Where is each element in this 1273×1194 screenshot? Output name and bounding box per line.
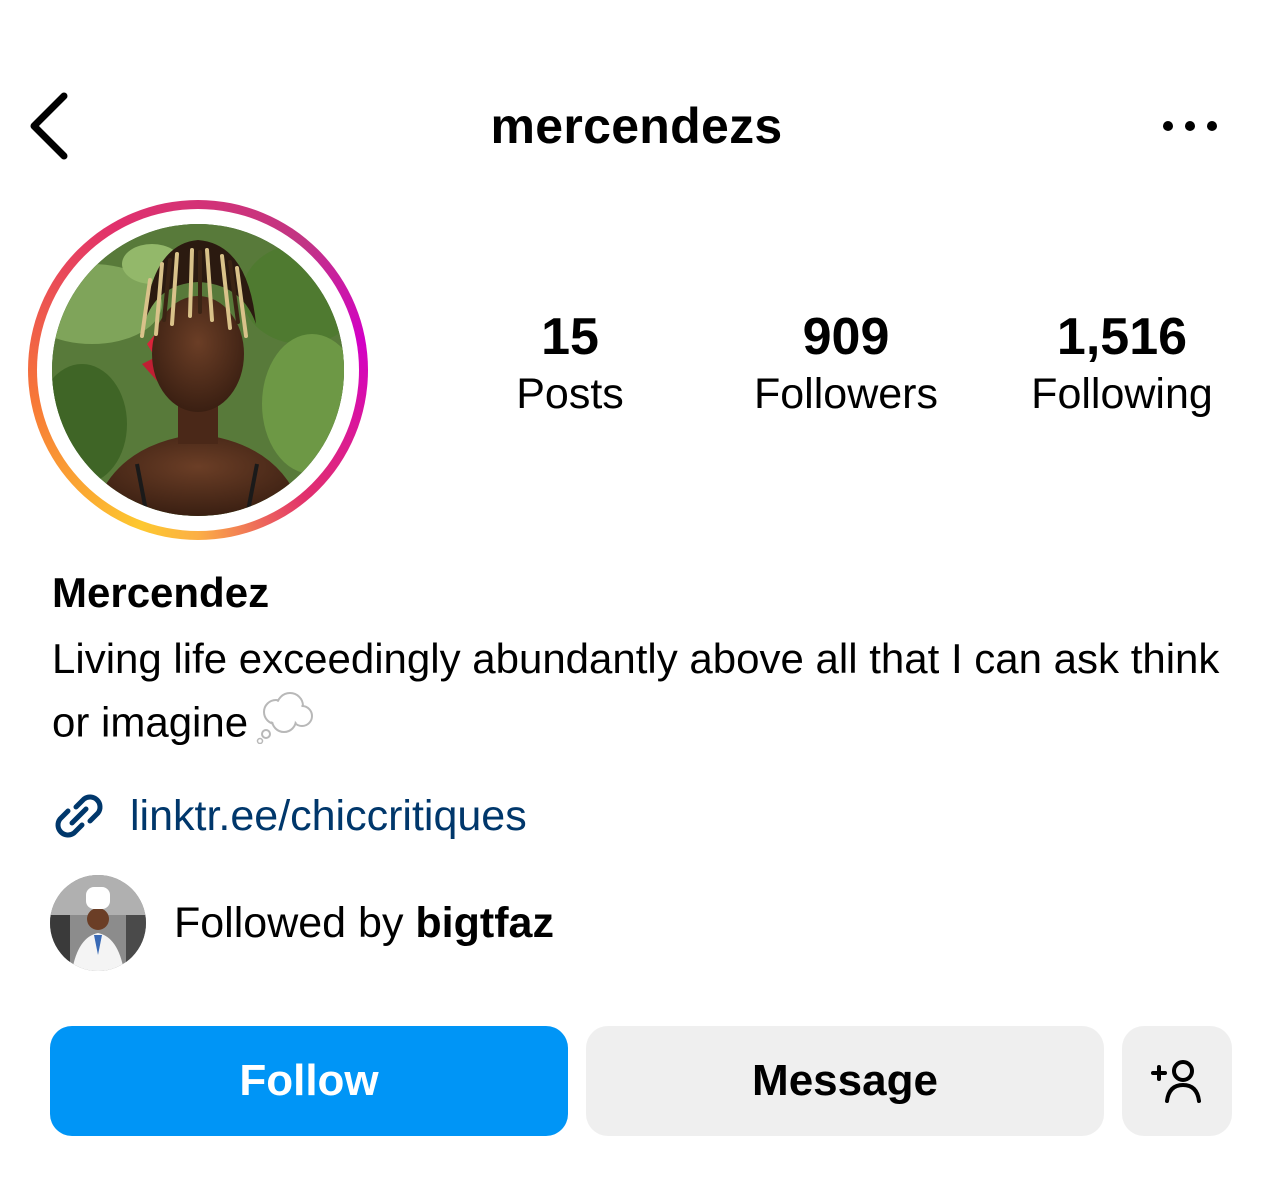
link-icon	[55, 794, 103, 838]
thought-balloon-icon	[256, 690, 316, 761]
profile-photo-illustration	[52, 224, 344, 516]
more-horizontal-icon	[1163, 121, 1217, 131]
display-name: Mercendez	[52, 569, 270, 616]
stat-following-label: Following	[1031, 370, 1213, 418]
message-button[interactable]: Message	[586, 1026, 1104, 1136]
mutual-follower-avatar	[50, 875, 146, 971]
followed-by-text: Followed by bigtfaz	[174, 896, 554, 950]
stat-posts-label: Posts	[516, 370, 624, 418]
stat-followers[interactable]: 909 Followers	[730, 306, 962, 420]
followed-by-prefix: Followed by	[174, 899, 416, 947]
stat-posts-value: 15	[541, 308, 599, 366]
profile-username: mercendezs	[490, 98, 783, 154]
bio-text: Living life exceedingly abundantly above…	[52, 628, 1252, 761]
add-user-icon	[1151, 1060, 1201, 1103]
profile-link[interactable]: linktr.ee/chiccritiques	[50, 786, 527, 846]
follow-button[interactable]: Follow	[50, 1026, 568, 1136]
stat-posts[interactable]: 15 Posts	[480, 306, 660, 420]
followed-by-user: bigtfaz	[415, 899, 554, 947]
stat-following[interactable]: 1,516 Following	[1006, 306, 1238, 420]
mutual-followers[interactable]: Followed by bigtfaz	[50, 874, 554, 972]
suggested-users-button[interactable]	[1122, 1026, 1232, 1136]
stat-following-value: 1,516	[1056, 308, 1188, 366]
bio-text-content: Living life exceedingly abundantly above…	[52, 635, 1220, 746]
stat-followers-label: Followers	[754, 370, 938, 418]
stat-followers-value: 909	[802, 308, 890, 366]
profile-photo	[52, 224, 344, 516]
profile-link-text: linktr.ee/chiccritiques	[130, 792, 527, 840]
profile-avatar[interactable]	[28, 200, 368, 540]
more-options-button[interactable]	[1158, 108, 1222, 144]
